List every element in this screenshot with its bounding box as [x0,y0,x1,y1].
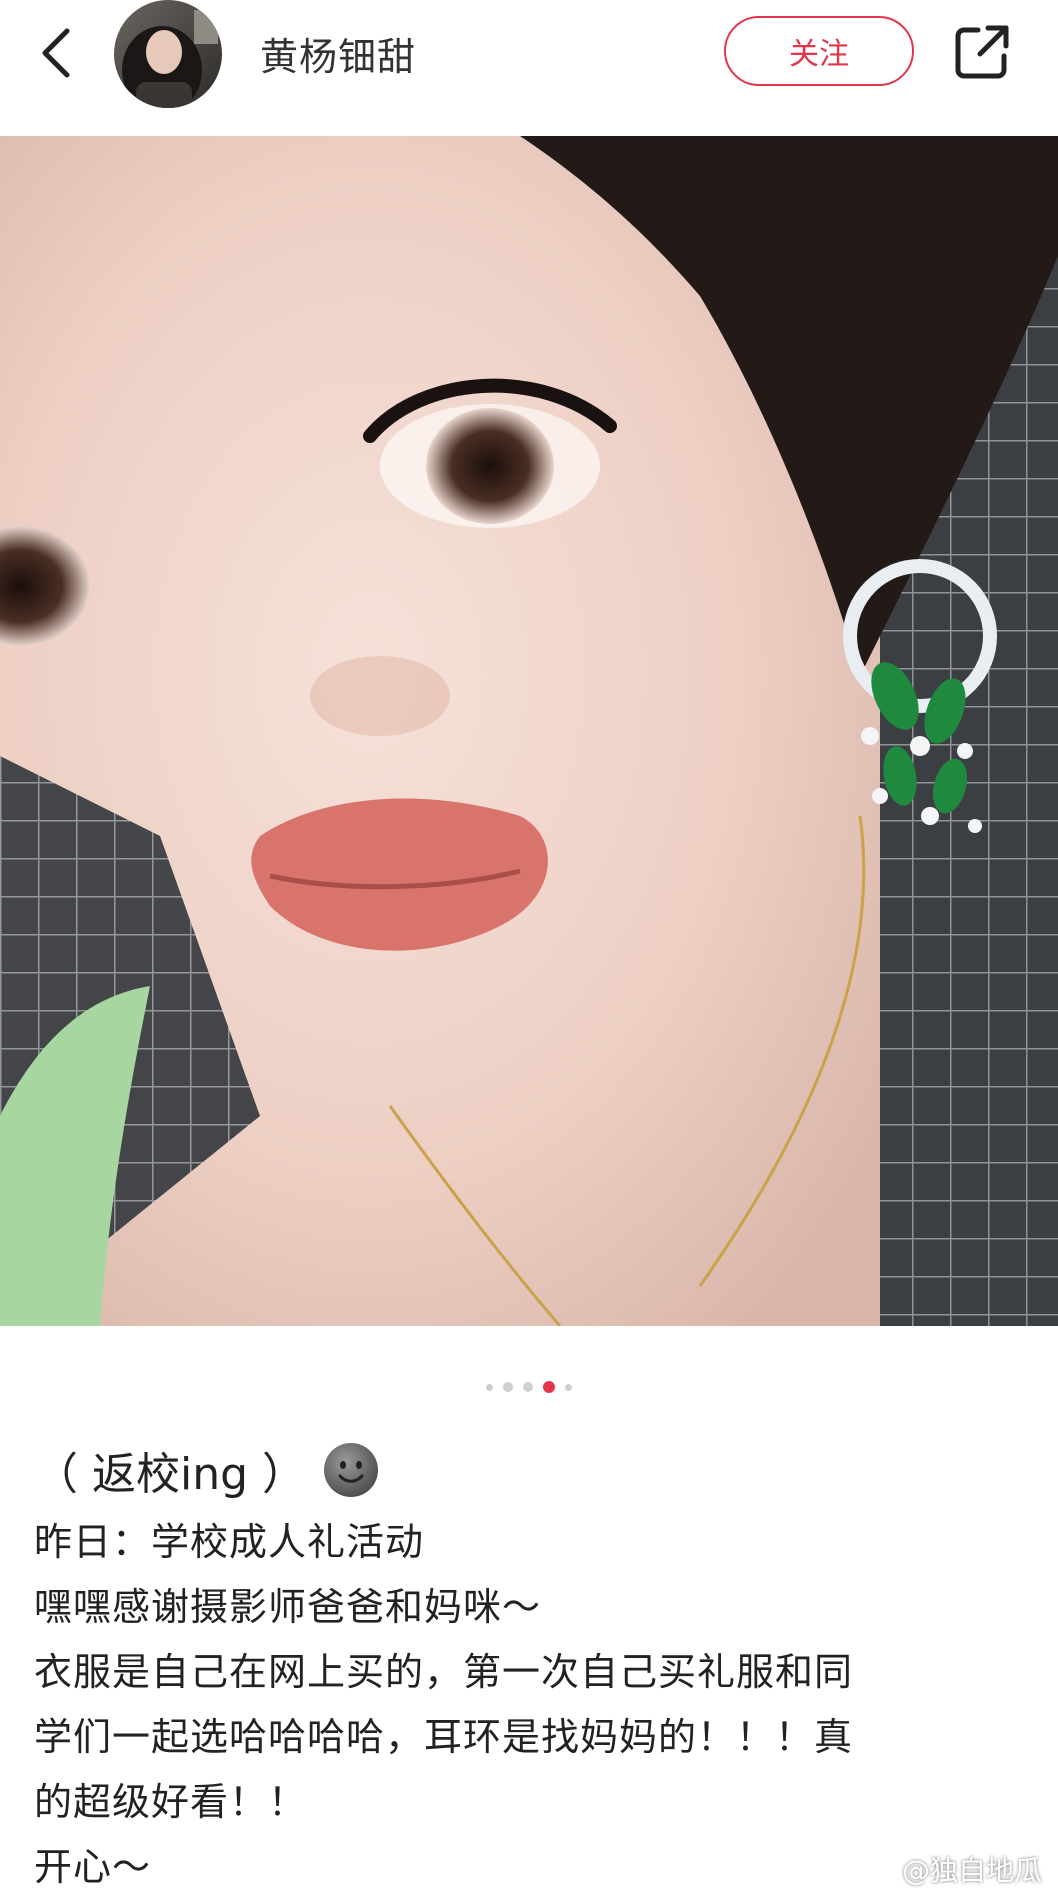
post-photo[interactable] [0,136,1058,1326]
watermark: @独自地瓜 [862,1849,1042,1889]
carousel-dot [503,1382,513,1392]
avatar[interactable] [114,0,222,108]
watermark-text: @独自地瓜 [901,1854,1042,1887]
post-body: （ 返校ing ） 昨日：学校成人礼活动 嘿嘿感谢摄影师爸爸和妈咪～ 衣服是自己… [34,1430,1024,1900]
carousel-dot-active [543,1381,555,1393]
carousel-indicator [0,1381,1058,1393]
post-title-row: （ 返校ing ） [34,1430,1024,1510]
username[interactable]: 黄杨钿甜 [260,26,416,81]
smiley-emoji-icon [324,1443,379,1497]
carousel-dot [523,1382,533,1392]
post-text-line: 昨日：学校成人礼活动 [34,1520,425,1564]
chevron-left-icon [42,28,70,78]
top-bar: 黄杨钿甜 关注 [0,0,1058,136]
post-text-line: 的超级好看！！ [34,1780,308,1824]
post-text-line: 嘿嘿感谢摄影师爸爸和妈咪～ [34,1585,542,1629]
post-text-line: 衣服是自己在网上买的，第一次自己买礼服和同 [34,1650,854,1694]
weibo-icon [862,1857,895,1883]
share-button[interactable] [950,20,1014,84]
post-title: （ 返校ing ） [34,1449,307,1500]
carousel-dot [565,1383,572,1391]
carousel-dot [486,1383,493,1391]
share-icon [955,25,1009,79]
post-text-line: 学们一起选哈哈哈哈，耳环是找妈妈的！！！真 [34,1715,854,1759]
back-button[interactable] [22,18,92,88]
follow-button[interactable]: 关注 [724,16,914,86]
